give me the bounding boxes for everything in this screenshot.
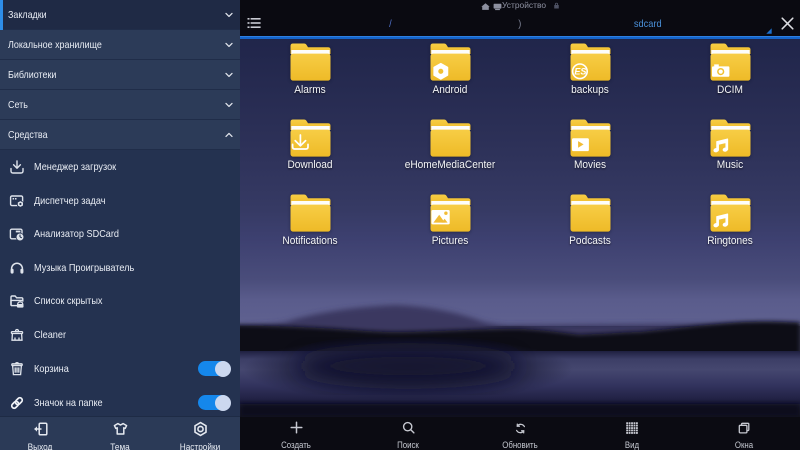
svg-text:ES: ES: [574, 67, 586, 77]
